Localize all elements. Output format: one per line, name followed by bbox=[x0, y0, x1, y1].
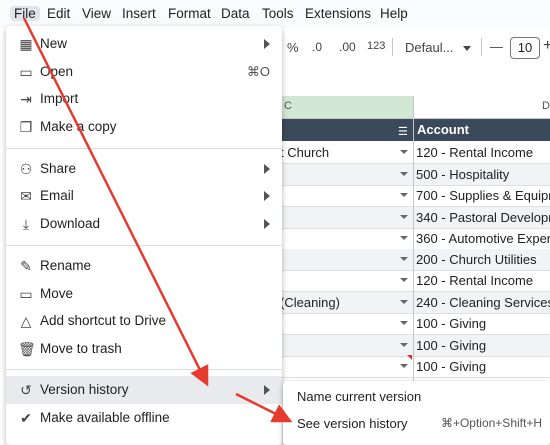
filter-icon[interactable]: ☰ bbox=[398, 125, 408, 138]
percent-format-button[interactable]: % bbox=[287, 40, 299, 55]
toolbar-divider bbox=[481, 38, 482, 56]
submenu-arrow-icon bbox=[264, 39, 270, 49]
folder-icon: ▭ bbox=[19, 64, 33, 80]
dropdown-icon[interactable] bbox=[400, 172, 408, 176]
menu-item-offline[interactable]: ✔ Make available offline bbox=[6, 404, 282, 431]
menu-item-version-history[interactable]: ↺ Version history bbox=[6, 376, 282, 404]
table-row[interactable]: 700 - Supplies & Equipm bbox=[270, 185, 550, 207]
toolbar-divider bbox=[392, 38, 393, 56]
dropdown-icon[interactable] bbox=[400, 236, 408, 240]
table-row[interactable]: 500 - Hospitality bbox=[270, 164, 550, 186]
menu-item-open[interactable]: ▭ Open ⌘O bbox=[6, 58, 282, 85]
rename-icon: ✎ bbox=[20, 258, 32, 274]
dropdown-icon[interactable] bbox=[400, 300, 408, 304]
column-c-label: C bbox=[284, 100, 292, 112]
menu-extensions[interactable]: Extensions bbox=[305, 6, 371, 21]
menu-item-rename[interactable]: ✎ Rename bbox=[6, 252, 282, 279]
menu-divider bbox=[6, 148, 282, 149]
menu-data[interactable]: Data bbox=[221, 6, 250, 21]
menu-item-move[interactable]: ▭ Move bbox=[6, 280, 282, 307]
new-sheet-icon: ▦ bbox=[19, 36, 33, 52]
import-icon: ⇥ bbox=[20, 91, 32, 107]
history-icon: ↺ bbox=[20, 382, 32, 398]
table-row[interactable]: (Cleaning) 240 - Cleaning Services bbox=[270, 292, 550, 314]
menu-item-see-history[interactable]: See version history ⌘+Option+Shift+H bbox=[283, 410, 550, 437]
drive-shortcut-icon: △ bbox=[20, 313, 32, 329]
add-person-icon: ⚇ bbox=[19, 161, 33, 177]
menu-item-email[interactable]: ✉ Email bbox=[6, 182, 282, 209]
column-d-label: D bbox=[542, 100, 550, 112]
dropdown-icon[interactable] bbox=[400, 150, 408, 154]
email-icon: ✉ bbox=[20, 188, 32, 204]
font-size-input[interactable]: 10 bbox=[510, 37, 540, 59]
more-formats-button[interactable]: 123 bbox=[367, 40, 385, 52]
trash-icon: 🗑 bbox=[18, 341, 36, 357]
file-menu: ▦ New ▭ Open ⌘O ⇥ Import ❐ Make a copy ⚇… bbox=[6, 26, 282, 445]
copy-icon: ❐ bbox=[19, 119, 33, 135]
menubar: File Edit View Insert Format Data Tools … bbox=[0, 0, 550, 28]
table-row[interactable]: 340 - Pastoral Developm bbox=[270, 207, 550, 229]
dropdown-icon[interactable] bbox=[400, 364, 408, 368]
header-row bbox=[270, 119, 550, 141]
dropdown-icon[interactable] bbox=[400, 257, 408, 261]
version-history-submenu: Name current version See version history… bbox=[283, 381, 550, 445]
menu-item-make-copy[interactable]: ❐ Make a copy bbox=[6, 113, 282, 140]
dropdown-icon[interactable] bbox=[400, 343, 408, 347]
column-header-d[interactable]: D bbox=[414, 96, 550, 119]
table-row[interactable]: 360 - Automotive Expen bbox=[270, 228, 550, 250]
column-divider bbox=[413, 96, 414, 386]
table-row[interactable]: 100 - Giving bbox=[270, 335, 550, 357]
menu-tools[interactable]: Tools bbox=[262, 6, 294, 21]
dropdown-icon[interactable] bbox=[400, 193, 408, 197]
submenu-arrow-icon bbox=[264, 164, 270, 174]
dropdown-icon[interactable] bbox=[400, 278, 408, 282]
menu-item-name-version[interactable]: Name current version bbox=[283, 383, 550, 410]
menu-item-import[interactable]: ⇥ Import bbox=[6, 85, 282, 112]
menu-help[interactable]: Help bbox=[380, 6, 408, 21]
menu-item-download[interactable]: ⤓ Download bbox=[6, 210, 282, 237]
menu-divider bbox=[6, 245, 282, 246]
submenu-arrow-icon bbox=[264, 219, 270, 229]
table-row[interactable]: 100 - Giving bbox=[270, 313, 550, 335]
decrease-font-size-button[interactable]: — bbox=[490, 39, 503, 54]
table-row[interactable]: 120 - Rental Income bbox=[270, 270, 550, 292]
menu-item-add-shortcut[interactable]: △ Add shortcut to Drive bbox=[6, 307, 282, 334]
submenu-arrow-icon bbox=[264, 385, 270, 395]
menu-file[interactable]: File bbox=[10, 6, 40, 21]
menu-insert[interactable]: Insert bbox=[122, 6, 156, 21]
increase-font-size-button[interactable]: + bbox=[543, 37, 550, 55]
move-folder-icon: ▭ bbox=[19, 286, 33, 302]
decrease-decimal-button[interactable]: .0 bbox=[312, 40, 322, 54]
download-icon: ⤓ bbox=[22, 216, 30, 232]
open-shortcut: ⌘O bbox=[246, 64, 270, 79]
comment-marker-icon[interactable] bbox=[407, 355, 412, 360]
table-row[interactable]: t Church 120 - Rental Income bbox=[270, 142, 550, 164]
menu-item-trash[interactable]: 🗑 Move to trash bbox=[6, 335, 282, 362]
column-header-c[interactable]: C bbox=[270, 96, 413, 119]
account-header: Account bbox=[417, 122, 469, 137]
table-row[interactable]: 200 - Church Utilities bbox=[270, 249, 550, 271]
menu-view[interactable]: View bbox=[82, 6, 111, 21]
see-history-shortcut: ⌘+Option+Shift+H bbox=[440, 416, 542, 430]
menu-edit[interactable]: Edit bbox=[47, 6, 70, 21]
font-dropdown-icon[interactable] bbox=[463, 46, 471, 51]
dropdown-icon[interactable] bbox=[400, 215, 408, 219]
menu-item-share[interactable]: ⚇ Share bbox=[6, 155, 282, 182]
menu-item-new[interactable]: ▦ New bbox=[6, 30, 282, 57]
dropdown-icon[interactable] bbox=[400, 321, 408, 325]
increase-decimal-button[interactable]: .00 bbox=[339, 40, 356, 54]
submenu-arrow-icon bbox=[264, 191, 270, 201]
offline-check-icon: ✔ bbox=[20, 410, 32, 426]
font-select[interactable]: Defaul... bbox=[405, 40, 453, 55]
menu-format[interactable]: Format bbox=[168, 6, 211, 21]
menu-divider bbox=[6, 369, 282, 370]
